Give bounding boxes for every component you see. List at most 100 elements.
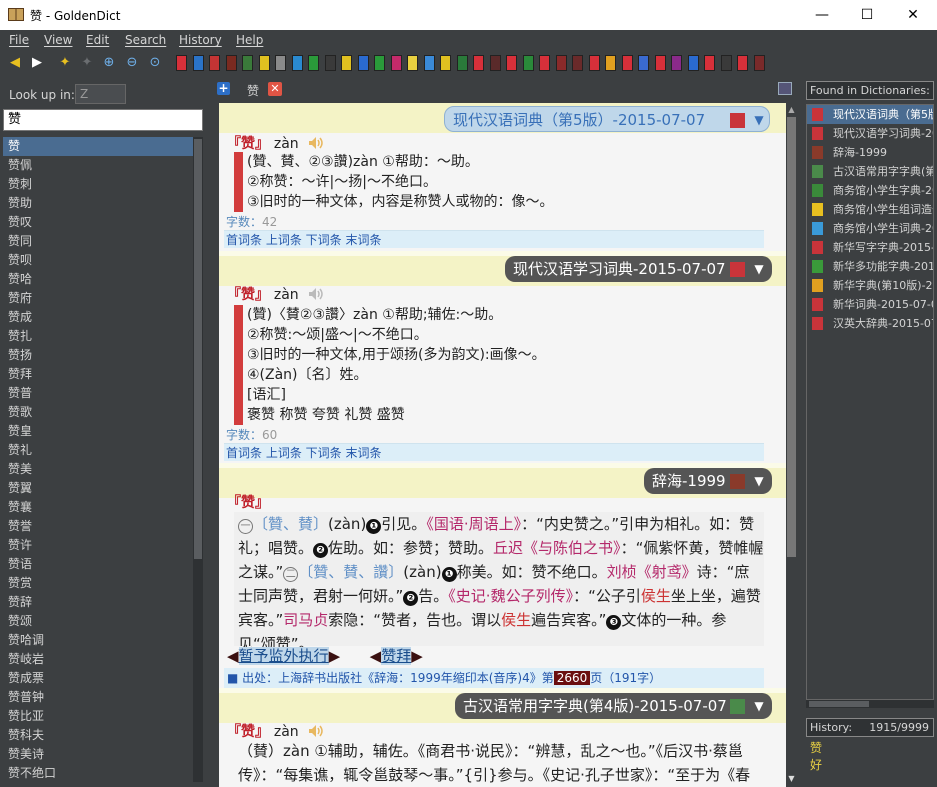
dictionary-toggle-icon[interactable] <box>291 55 303 71</box>
found-dictionary-item[interactable]: 新华写字字典-2015-07-07 <box>807 238 933 257</box>
word-list-item[interactable]: 赞礼 <box>3 441 193 460</box>
menu-file[interactable]: File <box>9 33 29 47</box>
dictionary-toggle-icon[interactable] <box>605 55 616 71</box>
menu-edit[interactable]: Edit <box>86 33 109 47</box>
dictionary-toggle-icon[interactable] <box>489 55 501 71</box>
related-link-prev[interactable]: 暂予监外执行 <box>238 647 329 665</box>
word-list-item[interactable]: 赞成 <box>3 308 193 327</box>
word-list-item[interactable]: 赞哈调 <box>3 631 193 650</box>
dict-list-hscrollbar[interactable] <box>806 700 934 708</box>
new-tab-button[interactable]: + <box>217 82 230 95</box>
search-input[interactable]: 赞 <box>3 109 203 131</box>
word-list-item[interactable]: 赞赏 <box>3 574 193 593</box>
dictionary-toggle-icon[interactable] <box>654 55 666 71</box>
dictionary-toggle-icon[interactable] <box>357 55 369 71</box>
word-list-item[interactable]: 赞歌 <box>3 403 193 422</box>
word-list-item[interactable]: 赞 <box>3 137 193 156</box>
minimize-button[interactable]: — <box>799 0 845 30</box>
word-list-item[interactable]: 赞哈 <box>3 270 193 289</box>
word-list-item[interactable]: 赞科夫 <box>3 726 193 745</box>
zoom-out-icon[interactable]: ⊖ <box>123 54 141 72</box>
scrollbar-thumb[interactable] <box>787 117 796 557</box>
word-list-item[interactable]: 赞扬 <box>3 346 193 365</box>
dictionary-toggle-icon[interactable] <box>225 55 237 71</box>
dictionary-toggle-icon[interactable] <box>671 55 682 71</box>
dictionary-toggle-icon[interactable] <box>506 55 517 71</box>
word-list-item[interactable]: 赞同 <box>3 232 193 251</box>
dictionary-toggle-icon[interactable] <box>242 55 253 71</box>
dict-banner[interactable]: 现代汉语学习词典-2015-07-07 ▼ <box>505 256 772 282</box>
found-dictionary-item[interactable]: 新华字典(第10版)-2015-07-07 <box>807 276 933 295</box>
history-list[interactable]: 赞好 <box>806 740 934 785</box>
scroll-down-icon[interactable]: ▼ <box>787 774 796 783</box>
dictionary-toggle-icon[interactable] <box>720 55 732 71</box>
menu-view[interactable]: View <box>44 33 72 47</box>
word-list-item[interactable]: 赞皇 <box>3 422 193 441</box>
found-dictionary-item[interactable]: 汉英大辞典-2015-07-07 <box>807 314 933 333</box>
zoom-in-icon[interactable]: ⊕ <box>100 54 118 72</box>
tab-word[interactable]: 赞 <box>247 82 259 99</box>
dictionary-toggle-icon[interactable] <box>621 55 633 71</box>
dictionary-toggle-icon[interactable] <box>753 55 765 71</box>
history-item[interactable]: 赞 <box>806 740 934 757</box>
found-dictionary-item[interactable]: 商务馆小学生字典-2015-07-07 <box>807 181 933 200</box>
dictionary-toggle-icon[interactable] <box>473 55 484 71</box>
dictionary-toggle-icon[interactable] <box>539 55 550 71</box>
speaker-icon[interactable] <box>308 136 324 150</box>
found-dictionary-item[interactable]: 现代汉语学习词典-2015-07-07 <box>807 124 933 143</box>
entry-nav-links[interactable]: 首词条 上词条 下词条 末词条 <box>224 443 764 461</box>
dictionary-toggle-icon[interactable] <box>192 55 204 71</box>
dictionary-toggle-icon[interactable] <box>423 55 435 71</box>
forward-arrow-icon[interactable]: ▶ <box>28 54 46 72</box>
found-dictionary-item[interactable]: 现代汉语词典（第5版）-2015-07-07 <box>807 105 933 124</box>
dict-banner[interactable]: 辞海-1999 ▼ <box>644 468 772 494</box>
dictionary-toggle-icon[interactable] <box>308 55 319 71</box>
found-dictionary-item[interactable]: 新华词典-2015-07-07 <box>807 295 933 314</box>
entry-nav-links[interactable]: 首词条 上词条 下词条 末词条 <box>224 230 764 248</box>
scan-popup-wand-icon[interactable]: ✦ <box>56 54 74 72</box>
lookup-group-combo[interactable]: Z <box>75 84 126 104</box>
dict-banner[interactable]: 现代汉语词典（第5版）-2015-07-07 ▼ <box>444 106 770 132</box>
word-list-item[interactable]: 赞誉 <box>3 517 193 536</box>
dictionary-toggle-icon[interactable] <box>176 55 187 71</box>
dictionary-toggle-icon[interactable] <box>275 55 286 71</box>
dictionary-toggle-icon[interactable] <box>440 55 451 71</box>
scrollbar-thumb[interactable] <box>809 701 869 707</box>
menu-search[interactable]: Search <box>125 33 166 47</box>
dictionary-toggle-icon[interactable] <box>456 55 468 71</box>
found-dictionaries-list[interactable]: 现代汉语词典（第5版）-2015-07-07 现代汉语学习词典-2015-07-0… <box>806 104 934 700</box>
back-arrow-icon[interactable]: ◀ <box>6 54 24 72</box>
found-dictionary-item[interactable]: 古汉语常用字字典(第4版)-2015-07-07 <box>807 162 933 181</box>
dictionary-toggle-icon[interactable] <box>209 55 220 71</box>
word-list-item[interactable]: 赞许 <box>3 536 193 555</box>
collapse-chevron-icon[interactable]: ▼ <box>749 468 769 494</box>
word-list-item[interactable]: 赞拜 <box>3 365 193 384</box>
word-list-item[interactable]: 赞襄 <box>3 498 193 517</box>
dict-banner[interactable]: 古汉语常用字字典(第4版)-2015-07-07 ▼ <box>455 693 772 719</box>
collapse-chevron-icon[interactable]: ▼ <box>749 107 769 133</box>
close-button[interactable]: ✕ <box>890 0 936 30</box>
related-link-next[interactable]: 赞拜 <box>381 647 412 665</box>
word-list-item[interactable]: 赞助 <box>3 194 193 213</box>
dictionary-toggle-icon[interactable] <box>407 55 418 71</box>
maximize-button[interactable]: ☐ <box>844 0 890 30</box>
zoom-reset-icon[interactable]: ⊙ <box>146 54 164 72</box>
menu-help[interactable]: Help <box>236 33 263 47</box>
speaker-icon[interactable] <box>308 287 324 301</box>
word-list-item[interactable]: 赞辞 <box>3 593 193 612</box>
dictionary-toggle-icon[interactable] <box>588 55 600 71</box>
tab-close-icon[interactable]: ✕ <box>268 82 282 96</box>
dictionary-toggle-icon[interactable] <box>390 55 402 71</box>
word-list-item[interactable]: 赞颂 <box>3 612 193 631</box>
found-dictionary-item[interactable]: 商务馆小学生组词造句词典-2015-07-07 <box>807 200 933 219</box>
word-list-item[interactable]: 赞叹 <box>3 213 193 232</box>
word-list-item[interactable]: 赞美 <box>3 460 193 479</box>
speaker-icon[interactable] <box>308 724 324 738</box>
dictionary-toggle-icon[interactable] <box>258 55 270 71</box>
collapse-chevron-icon[interactable]: ▼ <box>749 693 769 719</box>
word-list-item[interactable]: 赞刺 <box>3 175 193 194</box>
scrollbar-thumb[interactable] <box>194 139 202 559</box>
word-list-item[interactable]: 赞语 <box>3 555 193 574</box>
word-list-item[interactable]: 赞佩 <box>3 156 193 175</box>
collapse-chevron-icon[interactable]: ▼ <box>749 256 769 282</box>
